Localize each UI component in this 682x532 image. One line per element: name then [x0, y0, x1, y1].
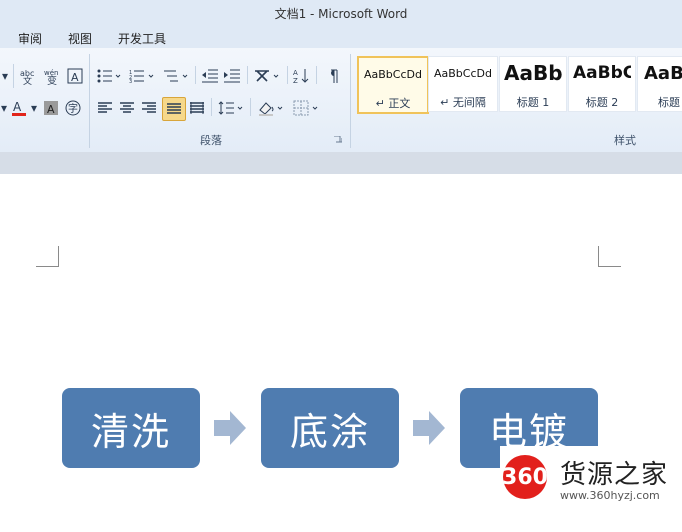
flow-step-label: 底涂: [289, 409, 370, 454]
character-border-icon[interactable]: A: [66, 66, 84, 86]
margin-corner-left: [36, 246, 59, 267]
styles-group-label: 样式: [614, 134, 636, 147]
style-heading-1[interactable]: AaBb 标题 1: [499, 56, 567, 112]
tab-review[interactable]: 审阅: [18, 30, 42, 47]
style-preview: AaBbCcDd: [434, 67, 492, 80]
margin-corner-right: [598, 246, 621, 267]
flow-step-label: 清洗: [90, 409, 171, 454]
style-name: ↵ 无间隔: [440, 96, 486, 109]
increase-indent-icon[interactable]: [222, 66, 242, 86]
enclose-characters-icon[interactable]: wén 变: [42, 66, 64, 86]
borders-icon[interactable]: [292, 98, 322, 118]
bullets-icon[interactable]: [96, 66, 122, 86]
style-preview: AaB: [644, 63, 682, 84]
style-heading-2[interactable]: AaBbC 标题 2: [568, 56, 636, 112]
flow-arrow-icon: [214, 411, 246, 449]
svg-text:文: 文: [23, 75, 32, 85]
font-color-swatch: [12, 113, 26, 116]
style-name: 标题 1: [516, 96, 550, 109]
flow-arrow-icon: [413, 411, 445, 449]
style-normal[interactable]: AaBbCcDd ↵ 正文: [357, 56, 429, 114]
separator: [211, 98, 212, 116]
chinese-layout-icon[interactable]: [252, 66, 282, 86]
svg-text:Z: Z: [293, 77, 298, 84]
style-preview: AaBbC: [573, 63, 631, 83]
ruler-strip: [0, 152, 682, 175]
font-color-arrow-icon[interactable]: ▾: [30, 98, 38, 118]
multilevel-list-icon[interactable]: [162, 66, 190, 86]
svg-text:A: A: [13, 100, 22, 114]
group-separator: [89, 54, 90, 148]
style-name: ↵ 正文: [375, 97, 411, 110]
shading-icon[interactable]: [256, 98, 286, 118]
enclosed-character-icon[interactable]: 字: [64, 98, 82, 118]
separator: [13, 64, 14, 88]
window-title: 文档1 - Microsoft Word: [274, 7, 408, 21]
align-center-icon[interactable]: [118, 98, 136, 118]
watermark-text: 货源之家: [560, 460, 669, 490]
flow-step-cleaning[interactable]: 清洗: [62, 388, 200, 468]
svg-text:3: 3: [129, 79, 132, 83]
sort-icon[interactable]: AZ: [292, 66, 312, 86]
tab-view[interactable]: 视图: [68, 30, 92, 47]
svg-text:A: A: [293, 69, 298, 77]
svg-text:A: A: [71, 71, 79, 84]
font-color-icon[interactable]: A: [9, 98, 29, 118]
show-formatting-marks-icon[interactable]: [324, 66, 342, 86]
svg-text:字: 字: [68, 102, 78, 115]
watermark-url: www.360hyzj.com: [560, 489, 660, 502]
phonetic-guide-icon[interactable]: abc 文: [18, 66, 40, 86]
paragraph-group-label: 段落: [200, 134, 222, 147]
font-size-arrow-icon[interactable]: ▾: [0, 98, 8, 118]
font-dropdown-arrow-icon[interactable]: ▾: [0, 66, 10, 86]
group-separator: [350, 54, 351, 148]
paragraph-dialog-launcher-icon[interactable]: [332, 134, 344, 146]
svg-text:变: 变: [47, 74, 57, 85]
style-name: 标题: [658, 96, 680, 109]
style-no-spacing[interactable]: AaBbCcDd ↵ 无间隔: [428, 56, 498, 112]
style-preview: AaBbCcDd: [364, 68, 422, 81]
line-spacing-icon[interactable]: [217, 98, 245, 118]
watermark-logo: 360: [502, 455, 548, 499]
separator: [247, 66, 248, 84]
svg-text:A: A: [47, 103, 55, 116]
separator: [287, 66, 288, 84]
separator: [195, 66, 196, 84]
style-name: 标题 2: [585, 96, 619, 109]
tab-developer[interactable]: 开发工具: [118, 30, 166, 47]
style-title[interactable]: AaB 标题: [637, 56, 682, 112]
separator: [250, 98, 251, 116]
menu-bar: [0, 26, 682, 48]
align-left-icon[interactable]: [96, 98, 114, 118]
character-shading-icon[interactable]: A: [42, 98, 60, 118]
distributed-icon[interactable]: [188, 98, 206, 118]
flow-step-primer[interactable]: 底涂: [261, 388, 399, 468]
justify-icon[interactable]: [162, 97, 186, 121]
separator: [316, 66, 317, 84]
numbering-icon[interactable]: 123: [128, 66, 156, 86]
decrease-indent-icon[interactable]: [200, 66, 220, 86]
style-preview: AaBb: [504, 61, 562, 85]
align-right-icon[interactable]: [140, 98, 158, 118]
